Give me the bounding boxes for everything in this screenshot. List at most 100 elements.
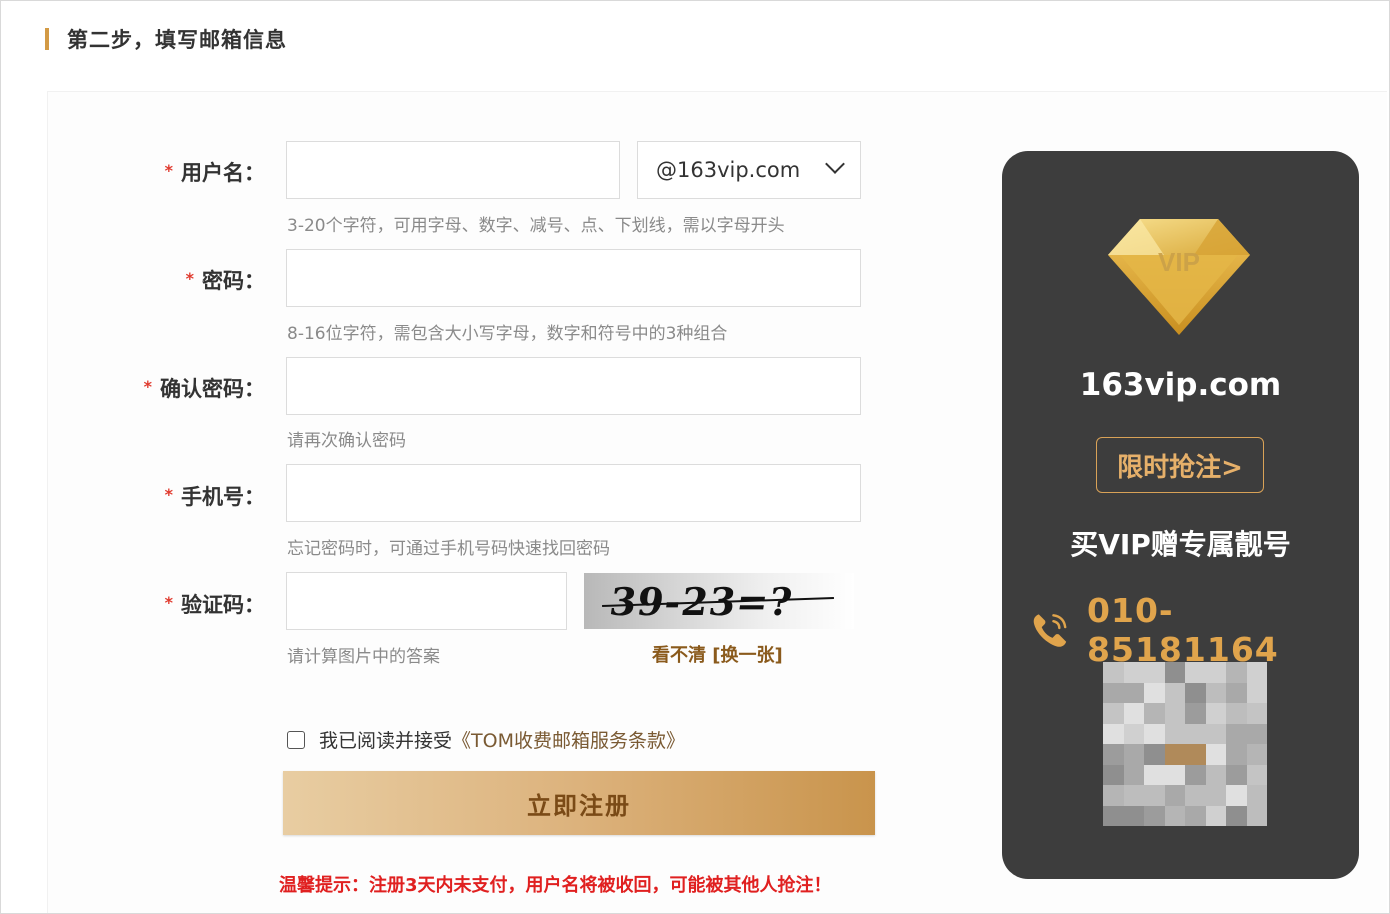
- confirm-password-hint: 请再次确认密码: [287, 431, 406, 451]
- qr-cell: [1164, 662, 1185, 683]
- qr-cell: [1103, 703, 1124, 724]
- qr-cell: [1123, 744, 1144, 765]
- captcha-label: * 验证码：: [164, 593, 265, 617]
- qr-cell: [1185, 764, 1206, 785]
- captcha-hint: 请计算图片中的答案: [287, 647, 440, 667]
- qr-cell: [1123, 785, 1144, 806]
- qr-cell: [1246, 764, 1267, 785]
- register-button[interactable]: 立即注册: [283, 771, 875, 835]
- qr-cell: [1123, 703, 1144, 724]
- qr-cell: [1123, 805, 1144, 826]
- password-input[interactable]: [286, 249, 861, 307]
- qr-cell: [1123, 682, 1144, 703]
- qr-cell: [1144, 744, 1165, 765]
- qr-cell: [1185, 703, 1206, 724]
- password-label: * 密码：: [185, 269, 265, 293]
- captcha-refresh-link[interactable]: 看不清 [换一张]: [652, 641, 783, 667]
- qr-cell: [1144, 682, 1165, 703]
- domain-select[interactable]: @163vip.com: [637, 141, 861, 199]
- qr-cell: [1164, 805, 1185, 826]
- phone-row: 010-85181164: [1030, 591, 1359, 669]
- agreement-checkbox[interactable]: [287, 730, 305, 749]
- qr-cell: [1164, 764, 1185, 785]
- vip-phone-number[interactable]: 010-85181164: [1087, 591, 1359, 669]
- agreement-row: 我已阅读并接受 《TOM收费邮箱服务条款》: [287, 726, 685, 753]
- required-marker: *: [185, 269, 194, 288]
- page: 第二步，填写邮箱信息 * 用户名： @163vip.com 3-20个字符，可用字…: [0, 0, 1390, 914]
- username-input[interactable]: [286, 141, 620, 199]
- qr-cell: [1205, 764, 1226, 785]
- qr-cell: [1164, 682, 1185, 703]
- qr-cell: [1164, 723, 1185, 744]
- phone-input[interactable]: [286, 464, 861, 522]
- captcha-image[interactable]: 39-23=?: [584, 573, 854, 629]
- qr-cell: [1185, 744, 1206, 765]
- qr-cell: [1144, 662, 1165, 683]
- qr-cell: [1205, 744, 1226, 765]
- username-hint: 3-20个字符，可用字母、数字、减号、点、下划线，需以字母开头: [287, 216, 785, 236]
- step-title: 第二步，填写邮箱信息: [67, 28, 287, 52]
- qr-cell: [1246, 785, 1267, 806]
- qr-cell: [1103, 723, 1124, 744]
- qr-cell: [1226, 703, 1247, 724]
- qr-cell: [1103, 662, 1124, 683]
- qr-cell: [1205, 805, 1226, 826]
- qr-cell: [1246, 744, 1267, 765]
- qr-cell: [1246, 682, 1267, 703]
- vip-badge-text: VIP: [1158, 247, 1200, 277]
- vip-promo-card: VIP 163vip.com 限时抢注> 买VIP赠专属靓号 010-85181…: [1002, 151, 1359, 879]
- chevron-down-icon: [825, 154, 845, 174]
- phone-icon: [1033, 614, 1067, 647]
- qr-cell: [1103, 764, 1124, 785]
- vip-domain: 163vip.com: [1079, 367, 1282, 403]
- qr-cell: [1205, 682, 1226, 703]
- promo-register-button[interactable]: 限时抢注>: [1096, 437, 1264, 493]
- qr-cell: [1164, 744, 1185, 765]
- required-marker: *: [164, 485, 173, 504]
- diamond-icon: VIP: [1106, 215, 1252, 337]
- qr-cell: [1144, 785, 1165, 806]
- confirm-password-input[interactable]: [286, 357, 861, 415]
- password-hint: 8-16位字符，需包含大小写字母，数字和符号中的3种组合: [287, 324, 728, 344]
- domain-select-value: @163vip.com: [656, 158, 801, 182]
- qr-cell: [1226, 682, 1247, 703]
- phone-label: * 手机号：: [164, 485, 265, 509]
- qr-code: [1103, 662, 1267, 826]
- step-accent-bar: [45, 28, 49, 50]
- qr-cell: [1205, 723, 1226, 744]
- qr-cell: [1123, 764, 1144, 785]
- qr-cell: [1185, 785, 1206, 806]
- required-marker: *: [143, 377, 152, 396]
- qr-cell: [1185, 805, 1206, 826]
- qr-cell: [1205, 703, 1226, 724]
- qr-cell: [1144, 805, 1165, 826]
- terms-link[interactable]: 《TOM收费邮箱服务条款》: [452, 726, 685, 753]
- qr-cell: [1103, 682, 1124, 703]
- qr-cell: [1246, 805, 1267, 826]
- qr-cell: [1103, 744, 1124, 765]
- qr-cell: [1226, 662, 1247, 683]
- qr-cell: [1205, 662, 1226, 683]
- qr-cell: [1144, 764, 1165, 785]
- qr-cell: [1226, 764, 1247, 785]
- qr-cell: [1226, 785, 1247, 806]
- qr-cell: [1226, 723, 1247, 744]
- captcha-input[interactable]: [286, 572, 567, 630]
- qr-cell: [1164, 703, 1185, 724]
- qr-cell: [1103, 805, 1124, 826]
- qr-cell: [1246, 662, 1267, 683]
- required-marker: *: [164, 593, 173, 612]
- qr-cell: [1226, 744, 1247, 765]
- warning-text: 温馨提示：注册3天内未支付，用户名将被收回，可能被其他人抢注！: [279, 875, 832, 896]
- qr-cell: [1164, 785, 1185, 806]
- qr-cell: [1144, 703, 1165, 724]
- qr-cell: [1123, 662, 1144, 683]
- confirm-password-label: * 确认密码：: [143, 377, 265, 401]
- qr-cell: [1185, 662, 1206, 683]
- phone-hint: 忘记密码时，可通过手机号码快速找回密码: [287, 539, 610, 559]
- qr-cell: [1103, 785, 1124, 806]
- vip-slogan: 买VIP赠专属靓号: [1070, 528, 1291, 561]
- qr-cell: [1226, 805, 1247, 826]
- required-marker: *: [164, 161, 173, 180]
- qr-cell: [1185, 682, 1206, 703]
